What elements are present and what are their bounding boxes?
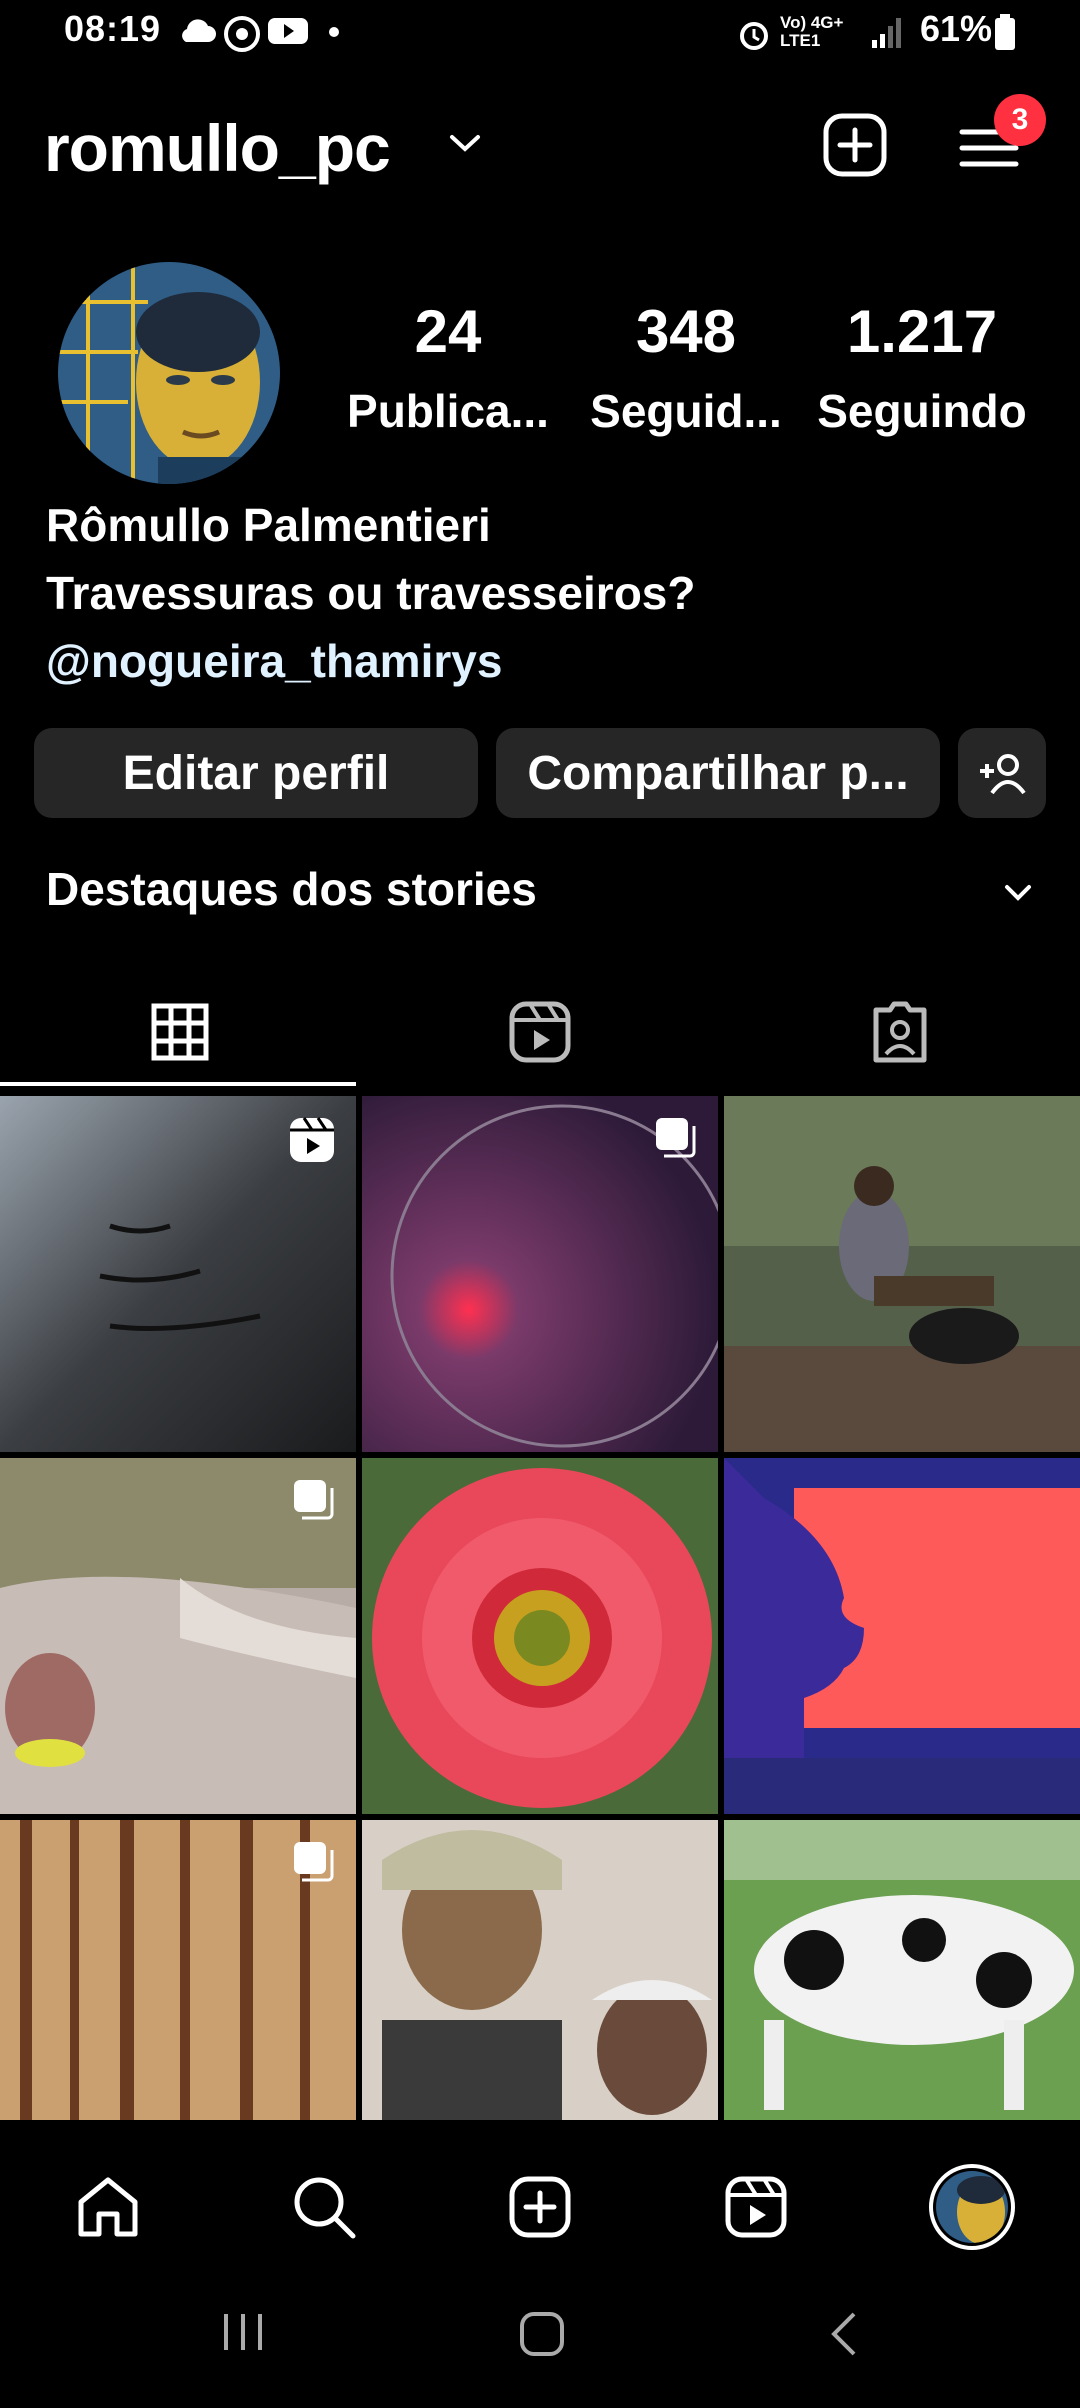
battery-icon <box>995 14 1015 50</box>
dot-icon <box>329 27 339 37</box>
notification-badge: 3 <box>994 94 1046 146</box>
alarm-icon <box>740 22 768 50</box>
carousel-icon <box>294 1842 334 1882</box>
tab-tagged[interactable] <box>720 980 1080 1084</box>
youtube-icon <box>268 18 308 44</box>
reel-icon <box>290 1117 334 1162</box>
home-system-icon[interactable] <box>518 2310 566 2358</box>
stat-posts-value: 24 <box>414 298 482 365</box>
nav-profile[interactable] <box>922 2162 1022 2252</box>
grid-post[interactable] <box>724 1458 1080 1814</box>
chevron-down-icon[interactable] <box>1004 884 1032 902</box>
stat-followers-label: Seguid... <box>590 385 782 437</box>
network-indicator: Vo) 4G+ LTE1 <box>780 13 844 50</box>
status-time: 08:19 <box>64 8 162 49</box>
profile-mention-link[interactable]: @nogueira_thamirys <box>46 634 502 688</box>
nav-home[interactable] <box>58 2162 158 2252</box>
grid-icon <box>151 1003 209 1061</box>
nav-create[interactable] <box>490 2162 590 2252</box>
grid-post[interactable] <box>362 1096 718 1452</box>
grid-post[interactable] <box>362 1458 718 1814</box>
username-switcher[interactable]: romullo_pc <box>44 110 391 186</box>
tab-reels[interactable] <box>360 980 720 1084</box>
grid-post[interactable] <box>0 1458 356 1814</box>
stat-posts-label: Publica... <box>347 385 549 437</box>
grid-post[interactable] <box>362 1820 718 2176</box>
create-icon <box>509 2176 571 2238</box>
grid-post[interactable] <box>724 1820 1080 2176</box>
carousel-icon <box>656 1118 696 1158</box>
stat-posts[interactable]: 24 Publica... <box>338 302 558 438</box>
add-person-icon <box>980 754 1026 795</box>
profile-full-name: Rômullo Palmentieri <box>46 499 491 551</box>
edit-profile-button[interactable]: Editar perfil <box>34 728 478 818</box>
grid-post[interactable] <box>724 1096 1080 1452</box>
reels-icon <box>509 1001 571 1063</box>
chevron-down-icon[interactable] <box>448 133 482 155</box>
home-icon <box>78 2177 138 2237</box>
active-tab-indicator <box>0 1082 356 1086</box>
battery-percent: 61% <box>919 8 992 49</box>
stat-following[interactable]: 1.217 Seguindo <box>812 302 1032 438</box>
stat-following-value: 1.217 <box>846 298 998 365</box>
recent-apps-icon[interactable] <box>218 2310 268 2354</box>
discover-people-button[interactable] <box>958 728 1046 818</box>
status-bar: 08:19 Vo) 4G+ LTE1 61% <box>0 0 1080 70</box>
stat-followers-value: 348 <box>635 298 737 365</box>
grid-post[interactable] <box>0 1096 356 1452</box>
tagged-icon <box>873 1001 927 1063</box>
avatar[interactable] <box>58 262 280 484</box>
search-icon <box>294 2177 356 2239</box>
tab-posts-grid[interactable] <box>0 980 360 1084</box>
profile-bio: Travessuras ou travesseiros? <box>46 567 696 619</box>
stat-following-label: Seguindo <box>817 385 1027 437</box>
nav-search[interactable] <box>274 2162 374 2252</box>
share-profile-button[interactable]: Compartilhar p... <box>496 728 940 818</box>
back-icon[interactable] <box>826 2310 862 2358</box>
stat-followers[interactable]: 348 Seguid... <box>576 302 796 438</box>
cloud-icon <box>182 19 216 42</box>
chrome-icon <box>224 16 260 52</box>
signal-icon <box>872 18 901 48</box>
reels-icon <box>725 2176 787 2238</box>
profile-avatar-icon <box>929 2164 1015 2250</box>
story-highlights-header[interactable]: Destaques dos stories <box>46 862 537 916</box>
create-post-button[interactable] <box>822 112 888 178</box>
carousel-icon <box>294 1480 334 1520</box>
nav-reels[interactable] <box>706 2162 806 2252</box>
grid-post[interactable] <box>0 1820 356 2176</box>
